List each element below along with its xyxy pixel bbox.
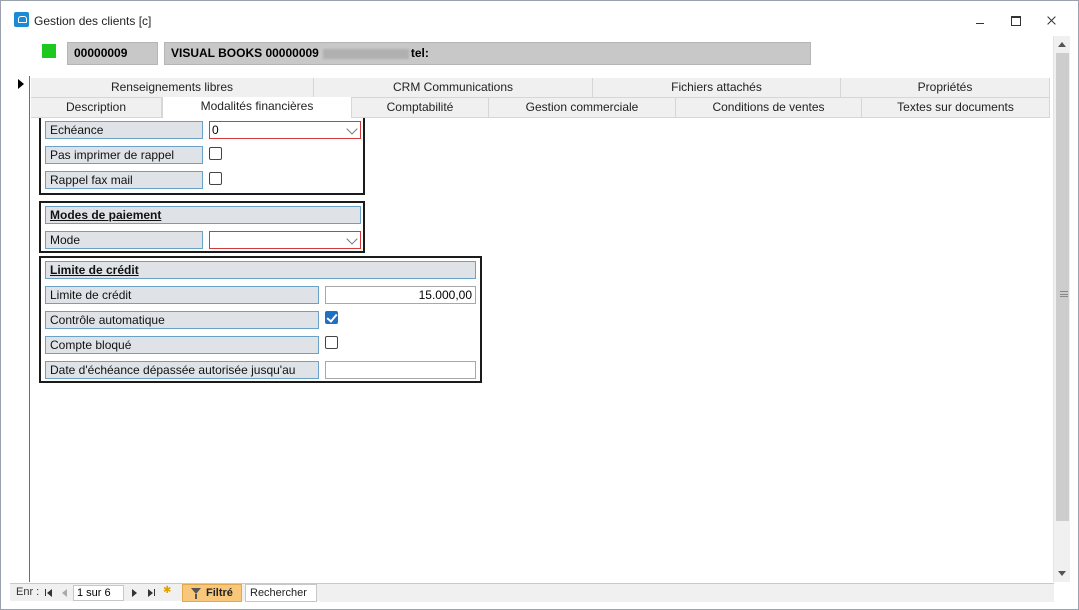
rappel-fax-mail-label: Rappel fax mail (45, 171, 203, 189)
status-indicator (42, 44, 56, 58)
minimize-button[interactable] (969, 11, 991, 29)
tab-textes-sur-documents[interactable]: Textes sur documents (862, 98, 1050, 118)
controle-automatique-checkbox[interactable] (325, 311, 338, 324)
tab-crm-communications[interactable]: CRM Communications (314, 78, 593, 98)
client-name-bar: VISUAL BOOKS 00000009 tel: (164, 42, 811, 65)
modes-paiement-title: Modes de paiement (45, 206, 361, 224)
limite-credit-input[interactable]: 15.000,00 (325, 286, 476, 304)
tel-label: tel: (410, 46, 429, 60)
pas-imprimer-rappel-label: Pas imprimer de rappel (45, 146, 203, 164)
controle-automatique-label: Contrôle automatique (45, 311, 319, 329)
chevron-down-icon[interactable] (346, 233, 358, 245)
new-record-icon[interactable] (161, 585, 174, 599)
modes-paiement-frame: Modes de paiement Mode (39, 201, 365, 253)
horizontal-scrollbar[interactable] (320, 584, 1054, 602)
tab-comptabilite[interactable]: Comptabilité (352, 98, 489, 118)
tab-modalites-financieres[interactable]: Modalités financières (162, 97, 352, 119)
funnel-icon (191, 588, 201, 599)
tab-fichiers-attaches[interactable]: Fichiers attachés (593, 78, 841, 98)
limite-credit-title: Limite de crédit (45, 261, 476, 279)
record-navigation-bar: Enr : 1 sur 6 Filtré Rechercher (10, 583, 1054, 602)
tab-conditions-de-ventes[interactable]: Conditions de ventes (676, 98, 862, 118)
client-management-window: Gestion des clients [c] 00000009 VISUAL … (0, 0, 1079, 610)
scroll-up-icon[interactable] (1054, 36, 1070, 53)
search-input[interactable]: Rechercher (245, 584, 317, 602)
echeance-label: Echéance (45, 121, 203, 139)
record-selector-arrow-icon[interactable] (11, 76, 29, 94)
record-position-input[interactable]: 1 sur 6 (73, 585, 124, 601)
pas-imprimer-rappel-checkbox[interactable] (209, 147, 222, 160)
date-echeance-label: Date d'échéance dépassée autorisée jusqu… (45, 361, 319, 379)
scroll-down-icon[interactable] (1054, 565, 1070, 582)
mode-combo[interactable] (209, 231, 361, 249)
redacted-phone (322, 48, 409, 59)
next-record-icon[interactable] (128, 586, 141, 599)
rappel-fax-mail-checkbox[interactable] (209, 172, 222, 185)
scrollbar-thumb[interactable] (1056, 53, 1069, 521)
filter-toggle-button[interactable]: Filtré (182, 584, 242, 602)
tab-description[interactable]: Description (31, 98, 162, 118)
tab-gestion-commerciale[interactable]: Gestion commerciale (489, 98, 676, 118)
previous-record-icon[interactable] (58, 586, 71, 599)
chevron-down-icon[interactable] (346, 123, 358, 135)
limite-credit-frame: Limite de crédit Limite de crédit 15.000… (39, 256, 482, 383)
close-button[interactable] (1041, 11, 1063, 29)
echeance-value: 0 (212, 123, 219, 137)
grip-icon (1060, 291, 1068, 297)
date-echeance-input[interactable] (325, 361, 476, 379)
echeance-frame: Echéance 0 Pas imprimer de rappel Rappel… (39, 118, 365, 195)
filter-label: Filtré (206, 587, 233, 599)
maximize-button[interactable] (1005, 11, 1027, 29)
app-icon (14, 12, 29, 27)
vertical-scrollbar[interactable] (1053, 36, 1070, 582)
client-name: VISUAL BOOKS 00000009 (171, 46, 319, 60)
first-record-icon[interactable] (43, 586, 56, 599)
compte-bloque-checkbox[interactable] (325, 336, 338, 349)
compte-bloque-label: Compte bloqué (45, 336, 319, 354)
title-bar: Gestion des clients [c] (1, 1, 1078, 37)
tab-renseignements-libres[interactable]: Renseignements libres (31, 78, 314, 98)
window-title: Gestion des clients [c] (34, 14, 152, 28)
record-selector-column (10, 76, 30, 582)
record-label: Enr : (16, 586, 40, 598)
mode-label: Mode (45, 231, 203, 249)
last-record-icon[interactable] (144, 586, 157, 599)
client-code: 00000009 (67, 42, 158, 65)
limite-credit-label: Limite de crédit (45, 286, 319, 304)
tab-proprietes[interactable]: Propriétés (841, 78, 1050, 98)
echeance-combo[interactable]: 0 (209, 121, 361, 139)
